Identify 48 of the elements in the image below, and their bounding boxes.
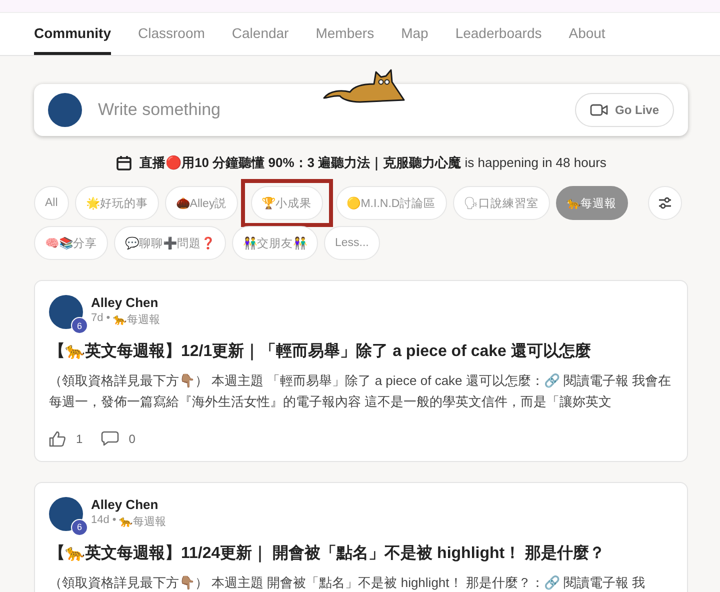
post-card[interactable]: 6 Alley Chen 14d • 🐆每週報 【🐆英文每週報】11/24更新｜ 開會被「點名」不是被 highlight！ 那是什麼？ （領取資格詳見最下方👇🏽） 本週主題 開會被「點名」不是被 highlight！ 那是什麼？：🔗 閱讀電子報 我 bbox=[34, 482, 688, 592]
post-card[interactable]: 6 Alley Chen 7d • 🐆每週報 【🐆英文每週報】12/1更新｜「輕而易舉」除了 a piece of cake 還可以怎麼 （領取資格詳見最下方👇🏽） 本週主題 「輕而易舉」除了 a piece of cake 還可以怎麼：🔗 閱讀電子報 我會在每週一，發佈一篇寫給『海外生活女性』的電子報內容 這不是一般的學英文信件，而是「讓妳英文 1 0 bbox=[34, 280, 688, 462]
avatar-placeholder bbox=[49, 295, 83, 329]
category-chip[interactable]: 🟡M.I.N.D討論區 bbox=[336, 186, 447, 220]
avatar-placeholder bbox=[48, 93, 82, 127]
post-category[interactable]: 🐆每週報 bbox=[113, 312, 160, 327]
post-excerpt: （領取資格詳見最下方👇🏽） 本週主題 「輕而易舉」除了 a piece of cake 還可以怎麼：🔗 閱讀電子報 我會在每週一，發佈一篇寫給『海外生活女性』的電子報內容 這不是一般的學英文信件，而是「讓妳英文 bbox=[49, 372, 672, 411]
nav-tab[interactable]: Members bbox=[316, 13, 374, 55]
post-category[interactable]: 🐆每週報 bbox=[119, 514, 166, 529]
like-count: 1 bbox=[76, 432, 83, 446]
category-chip[interactable]: 🏆小成果 bbox=[250, 186, 323, 220]
calendar-icon bbox=[116, 155, 132, 171]
author-name[interactable]: Alley Chen bbox=[91, 295, 160, 310]
post-title[interactable]: 【🐆英文每週報】11/24更新｜ 開會被「點名」不是被 highlight！ 那是什麼？ bbox=[49, 542, 673, 564]
nav-tab[interactable]: Map bbox=[401, 13, 428, 55]
filter-settings-button[interactable] bbox=[648, 186, 682, 220]
author-name[interactable]: Alley Chen bbox=[91, 496, 166, 512]
comment-icon[interactable] bbox=[100, 431, 119, 446]
category-chip[interactable]: 🐆每週報 bbox=[556, 186, 628, 220]
post-excerpt: （領取資格詳見最下方👇🏽） 本週主題 開會被「點名」不是被 highlight！ 那是什麼？：🔗 閱讀電子報 我 bbox=[49, 574, 646, 592]
sliders-icon bbox=[658, 197, 672, 209]
category-chip[interactable]: 🧠📚分享 bbox=[34, 226, 108, 260]
video-camera-icon bbox=[590, 104, 608, 116]
category-chip[interactable]: 🌟好玩的事 bbox=[74, 186, 159, 220]
category-chip[interactable]: All bbox=[34, 186, 69, 220]
separator-dot: • bbox=[106, 312, 110, 326]
post-age: 14d bbox=[91, 514, 110, 528]
nav-tab[interactable]: Calendar bbox=[232, 13, 289, 55]
comment-count: 0 bbox=[128, 432, 136, 446]
level-badge: 6 bbox=[71, 317, 88, 334]
category-chip[interactable]: Less... bbox=[324, 226, 380, 260]
category-chip[interactable]: 👫交朋友👫 bbox=[232, 226, 318, 260]
post-title[interactable]: 【🐆英文每週報】12/1更新｜「輕而易舉」除了 a piece of cake 還可以怎麼 bbox=[49, 341, 673, 362]
thumbs-up-icon[interactable] bbox=[49, 430, 66, 447]
category-chip[interactable]: 💬聊聊➕問題❓ bbox=[114, 226, 226, 260]
avatar-placeholder bbox=[49, 496, 83, 531]
post-age: 7d bbox=[91, 312, 104, 326]
nav-tab[interactable]: Community bbox=[34, 13, 111, 55]
nav-tab[interactable]: Classroom bbox=[138, 13, 205, 55]
separator-dot: • bbox=[112, 514, 116, 528]
category-chip[interactable]: 🗣口說練習室 bbox=[452, 186, 550, 220]
event-notice: 直播🔴用10 分鐘聽懂 90%：3 遍聽力法｜克服聽力心魔 is happening in 48 hours bbox=[140, 154, 606, 172]
category-chip[interactable]: 🌰Alley説 bbox=[164, 186, 238, 220]
level-badge: 6 bbox=[71, 518, 88, 536]
go-live-button[interactable]: Go Live bbox=[574, 93, 674, 127]
nav-tab[interactable]: About bbox=[568, 13, 606, 55]
nav-tab[interactable]: Leaderboards bbox=[455, 13, 542, 55]
post-input-field[interactable]: Write something Go Live bbox=[34, 84, 688, 136]
